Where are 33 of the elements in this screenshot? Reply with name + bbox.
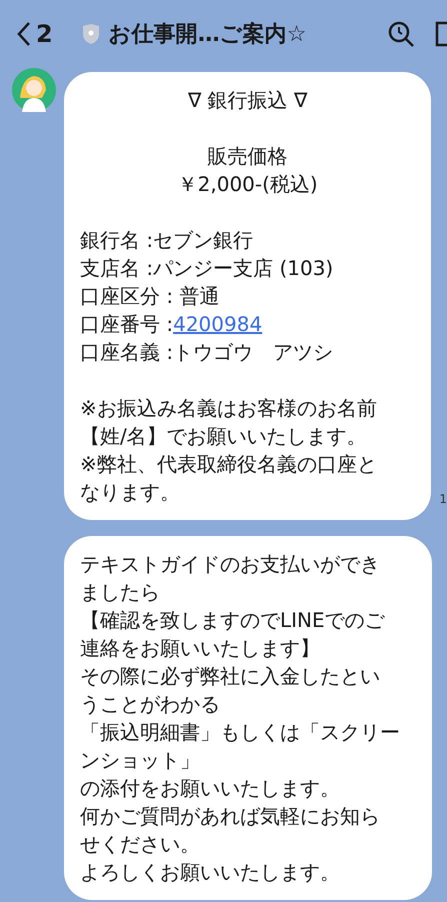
message-text: 何かご質問があれば気軽にお知ら xyxy=(80,803,381,830)
message-text: 口座番号 : xyxy=(80,311,174,338)
menu-icon[interactable] xyxy=(435,20,447,48)
message-text: ましたら xyxy=(80,579,161,606)
back-button[interactable]: 2 xyxy=(16,16,53,52)
message-text: ※弊社、代表取締役名義の口座と xyxy=(80,451,378,478)
message-text: うことがわかる xyxy=(80,691,221,718)
message-text: 【確認を致しますのでLINEでのご xyxy=(80,607,386,634)
message-text: よろしくお願いいたします。 xyxy=(80,859,341,886)
message-text: 銀行名 :セブン銀行 xyxy=(80,227,254,254)
message-text: 【姓/名】でお願いいたします。 xyxy=(80,423,368,450)
message-text: テキストガイドのお支払いができ xyxy=(80,551,381,578)
message-text: 口座名義 :トウゴウ アツシ xyxy=(80,339,334,366)
message-text: ∇ 銀行振込 ∇ xyxy=(186,87,308,114)
message-text: その際に必ず弊社に入金したとい xyxy=(80,663,381,690)
message-text: 連絡をお願いいたします】 xyxy=(80,635,321,662)
message-text: 「振込明細書」もしくは「スクリー xyxy=(80,719,401,746)
message-text: せください。 xyxy=(80,831,201,858)
back-icon xyxy=(16,21,32,47)
message-text: なります。 xyxy=(80,479,181,506)
chat-title: お仕事開…ご案内☆ xyxy=(108,20,306,48)
account-number-link[interactable]: 4200984 xyxy=(173,310,262,338)
message-text: 支店名 :パンジー支店 (103) xyxy=(80,255,334,282)
search-icon[interactable] xyxy=(387,20,415,48)
message-text: ンショット」 xyxy=(80,747,201,774)
shield-icon xyxy=(80,23,101,45)
message-text: 販売価格 xyxy=(206,143,289,170)
message-text: 口座区分 : 普通 xyxy=(80,283,220,310)
message-text: の添付をお願いいたします。 xyxy=(80,775,341,802)
message-text: ※お振込み名義はお客様のお名前 xyxy=(80,395,378,422)
message-text: ￥2,000-(税込) xyxy=(176,171,319,198)
timestamp: 1 xyxy=(439,491,447,508)
avatar[interactable] xyxy=(12,68,56,112)
